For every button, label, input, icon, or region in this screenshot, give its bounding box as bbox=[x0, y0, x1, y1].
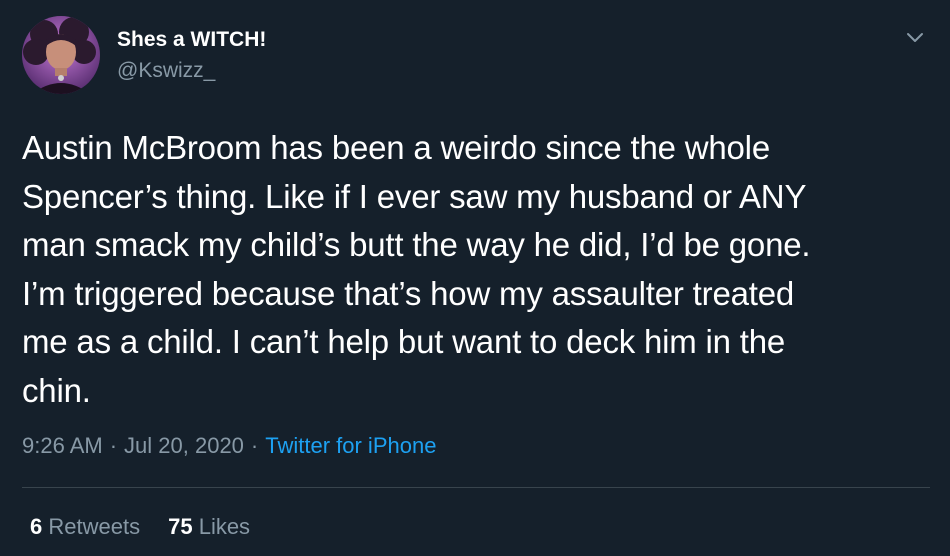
tweet-stats: 6 Retweets 75 Likes bbox=[30, 514, 250, 540]
tweet-text: Austin McBroom has been a weirdo since t… bbox=[22, 129, 811, 409]
tweet-date[interactable]: Jul 20, 2020 bbox=[124, 433, 244, 458]
retweets-stat[interactable]: 6 Retweets bbox=[30, 514, 140, 539]
divider bbox=[22, 487, 930, 488]
likes-label: Likes bbox=[198, 514, 251, 539]
chevron-down-icon[interactable] bbox=[903, 28, 927, 46]
avatar[interactable] bbox=[22, 16, 100, 94]
meta-separator: · bbox=[250, 433, 259, 458]
user-handle[interactable]: @Kswizz_ bbox=[117, 59, 215, 83]
display-name[interactable]: Shes a WITCH! bbox=[117, 28, 266, 52]
retweets-count: 6 bbox=[30, 514, 43, 539]
tweet-source-link[interactable]: Twitter for iPhone bbox=[265, 433, 436, 458]
avatar-image bbox=[22, 16, 100, 94]
retweets-label: Retweets bbox=[48, 514, 141, 539]
likes-count: 75 bbox=[168, 514, 193, 539]
tweet-card: Shes a WITCH! @Kswizz_ Austin McBroom ha… bbox=[0, 0, 950, 556]
tweet-time[interactable]: 9:26 AM bbox=[22, 433, 103, 458]
meta-separator: · bbox=[109, 433, 118, 458]
tweet-metadata: 9:26 AM · Jul 20, 2020 · Twitter for iPhone bbox=[22, 433, 436, 459]
likes-stat[interactable]: 75 Likes bbox=[168, 514, 250, 539]
